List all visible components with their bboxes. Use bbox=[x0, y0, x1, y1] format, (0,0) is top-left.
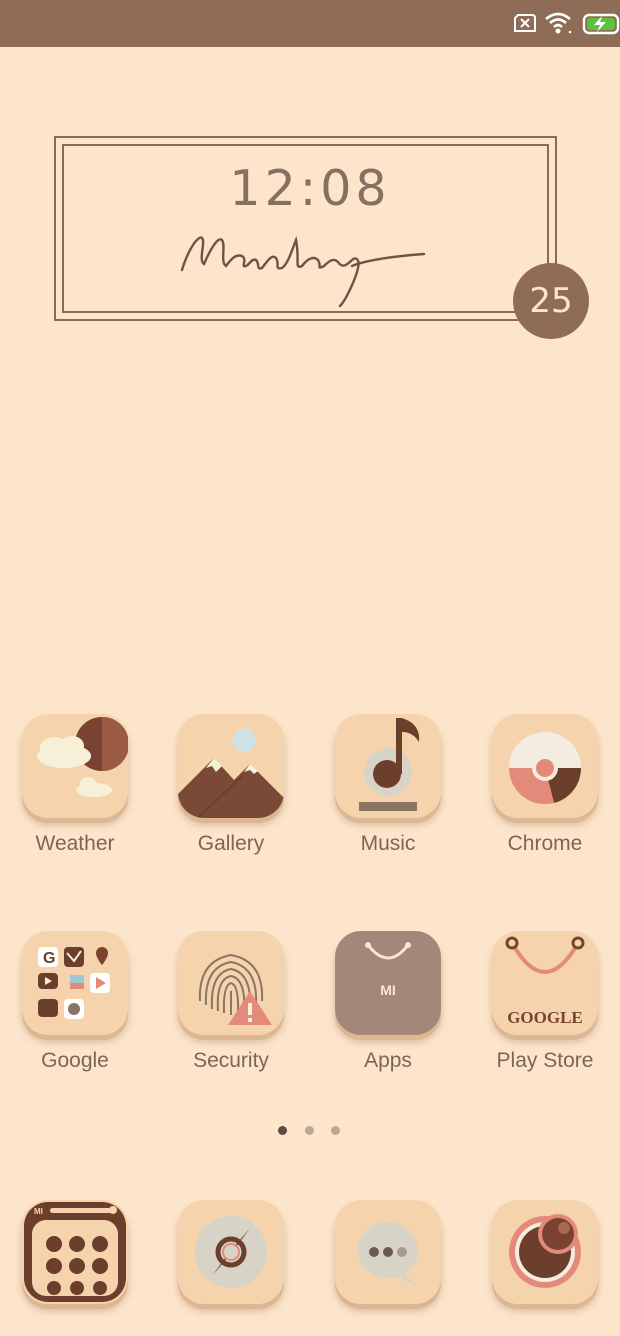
camera-icon bbox=[492, 1200, 598, 1304]
chrome-icon bbox=[492, 714, 598, 818]
status-bar bbox=[0, 0, 620, 47]
app-weather[interactable]: Weather bbox=[13, 714, 137, 856]
clock-time: 12:08 bbox=[229, 160, 391, 217]
mi-logo-text: MI bbox=[34, 1207, 43, 1216]
dock-messages[interactable] bbox=[326, 1200, 450, 1304]
google-wordmark: GOOGLE bbox=[507, 1008, 583, 1027]
app-label: Chrome bbox=[507, 832, 583, 855]
dock-camera[interactable] bbox=[483, 1200, 607, 1304]
mi-logo-text: MI bbox=[380, 982, 396, 998]
app-label: Weather bbox=[35, 832, 115, 855]
phone-dialer-icon: MI bbox=[22, 1200, 128, 1304]
day-of-week bbox=[176, 220, 436, 315]
dock-phone[interactable]: MI bbox=[13, 1200, 137, 1304]
dock-browser[interactable] bbox=[169, 1200, 293, 1304]
weather-icon bbox=[22, 714, 128, 818]
music-icon bbox=[335, 714, 441, 818]
app-label: Music bbox=[360, 832, 416, 855]
mi-apps-icon: MI bbox=[335, 931, 441, 1035]
app-label: Google bbox=[41, 1049, 109, 1072]
app-security[interactable]: Security bbox=[169, 931, 293, 1073]
wifi-icon bbox=[544, 11, 574, 40]
app-play-store[interactable]: GOOGLE Play Store bbox=[483, 931, 607, 1073]
app-label: Play Store bbox=[496, 1049, 594, 1072]
messages-icon bbox=[335, 1200, 441, 1304]
app-label: Gallery bbox=[197, 832, 265, 855]
app-label: Security bbox=[193, 1049, 269, 1072]
app-chrome[interactable]: Chrome bbox=[483, 714, 607, 856]
battery-charging-icon bbox=[582, 13, 620, 40]
app-google-folder[interactable]: G Google bbox=[13, 931, 137, 1073]
date-badge: 25 bbox=[513, 263, 589, 339]
sim-off-icon bbox=[513, 14, 537, 37]
app-apps[interactable]: MI Apps bbox=[326, 931, 450, 1073]
app-music[interactable]: Music bbox=[326, 714, 450, 856]
security-icon bbox=[178, 931, 284, 1035]
page-dot-1[interactable] bbox=[278, 1126, 287, 1135]
play-store-icon: GOOGLE bbox=[492, 931, 598, 1035]
app-label: Apps bbox=[364, 1049, 412, 1072]
page-dot-2[interactable] bbox=[305, 1126, 314, 1135]
google-folder-icon: G bbox=[22, 931, 128, 1035]
svg-text:G: G bbox=[43, 950, 55, 967]
page-dot-3[interactable] bbox=[331, 1126, 340, 1135]
gallery-icon bbox=[178, 714, 284, 818]
browser-compass-icon bbox=[178, 1200, 284, 1304]
app-gallery[interactable]: Gallery bbox=[169, 714, 293, 856]
